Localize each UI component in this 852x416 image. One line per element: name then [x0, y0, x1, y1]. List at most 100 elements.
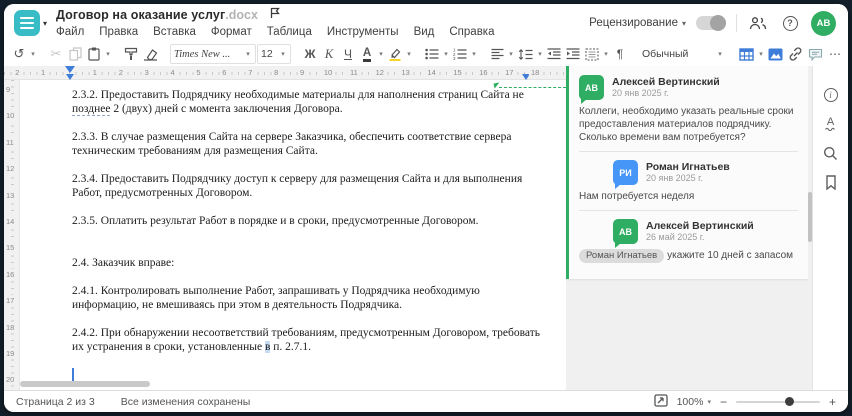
nonprinting-chars-button[interactable]: ¶ — [611, 44, 629, 64]
bold-button[interactable]: Ж — [301, 44, 319, 64]
bullet-list-button[interactable] — [423, 44, 441, 64]
vertical-ruler[interactable]: 9 10 11 12 13 14 15 16 17 18 19 20 — [4, 80, 20, 390]
text-run: 2.3.3. В случае размещения Сайта на серв… — [72, 131, 512, 143]
document-paragraph[interactable]: 2.4.2. При обнаружении несоответствий тр… — [72, 326, 540, 354]
spellcheck-button[interactable]: А — [821, 115, 841, 133]
highlight-color-caret[interactable]: ▾ — [405, 50, 413, 58]
insert-comment-button[interactable] — [806, 44, 825, 64]
favorite-flag-icon[interactable] — [270, 6, 280, 24]
menu-item[interactable]: Инструменты — [327, 26, 399, 38]
marked-text: позднее — [72, 103, 111, 116]
editor-area: 2 1 1 2 3 4 5 6 7 8 9 10 11 12 13 14 15 16 17 18 9 10 11 12 13 1… — [4, 66, 566, 390]
comments-scrollbar[interactable] — [808, 66, 812, 390]
bullet-list-caret[interactable]: ▾ — [442, 50, 450, 58]
ruler-number: 2 — [116, 68, 125, 77]
font-color-button[interactable]: А — [362, 47, 372, 62]
paste-caret[interactable]: ▾ — [104, 50, 112, 58]
underline-button[interactable]: Ч — [339, 44, 357, 64]
align-left-icon — [491, 48, 503, 60]
document-paragraph[interactable]: 2.3.3. В случае размещения Сайта на серв… — [72, 130, 540, 158]
insert-table-button[interactable] — [737, 44, 756, 64]
document-paragraph[interactable]: 2.3.5. Оплатить результат Работ в порядк… — [72, 214, 540, 228]
menu-item[interactable]: Таблица — [267, 26, 312, 38]
undo-caret[interactable]: ▾ — [29, 50, 37, 58]
decrease-indent-button[interactable] — [545, 44, 563, 64]
ruler-number: 15 — [451, 68, 464, 77]
comment-avatar: РИ — [613, 160, 638, 189]
zoom-slider-knob[interactable] — [784, 397, 794, 406]
bookmarks-button[interactable] — [821, 173, 841, 191]
collaboration-users-button[interactable] — [747, 12, 769, 34]
numbered-list-caret[interactable]: ▾ — [470, 50, 478, 58]
search-button[interactable] — [821, 144, 841, 162]
ruler-number: 4 — [168, 68, 177, 77]
font-color-caret[interactable]: ▾ — [377, 50, 385, 58]
numbered-list-button[interactable]: 123 — [451, 44, 469, 64]
mention-chip[interactable]: Роман Игнатьев — [579, 249, 665, 263]
insert-image-button[interactable] — [766, 44, 785, 64]
paragraph-borders-button[interactable] — [583, 44, 601, 64]
align-button[interactable] — [488, 44, 506, 64]
text-run: 2.4.2. При обнаружении несоответствий тр… — [72, 327, 540, 339]
paragraph-style-select[interactable]: Обычный ▾ — [639, 44, 727, 64]
menu-item[interactable]: Правка — [99, 26, 138, 38]
font-size-value: 12 — [261, 48, 273, 60]
comments-scrollbar-thumb[interactable] — [808, 192, 812, 242]
help-button[interactable]: ? — [779, 12, 801, 34]
page-indicator[interactable]: Страница 2 из 3 — [16, 396, 95, 408]
logo-caret-icon[interactable]: ▾ — [43, 19, 47, 28]
undo-button[interactable]: ↺ — [10, 44, 28, 64]
comment-thread-card[interactable]: АВ Алексей Вертинский 20 янв 2025 г. Коллег… — [566, 66, 808, 279]
zoom-in-button[interactable]: + — [829, 396, 836, 408]
ruler-number: 10 — [321, 68, 335, 77]
zoom-slider[interactable] — [735, 397, 820, 406]
line-spacing-button[interactable] — [516, 44, 535, 64]
comment-author: Алексей Вертинский — [612, 76, 720, 88]
increase-indent-button[interactable] — [564, 44, 582, 64]
paragraph-borders-caret[interactable]: ▾ — [602, 50, 610, 58]
document-paragraph[interactable]: 2.4.1. Контролировать выполнение Работ, … — [72, 284, 540, 312]
copy-button[interactable] — [66, 44, 84, 64]
fit-width-button[interactable] — [653, 393, 668, 410]
insert-table-caret[interactable]: ▾ — [757, 50, 765, 58]
copy-icon — [68, 47, 82, 61]
clear-formatting-button[interactable] — [141, 44, 160, 64]
header-divider — [736, 14, 737, 32]
first-line-indent-marker[interactable] — [65, 66, 75, 73]
track-changes-toggle[interactable] — [696, 15, 726, 31]
horizontal-ruler[interactable]: 2 1 1 2 3 4 5 6 7 8 9 10 11 12 13 14 15 16 17 18 — [4, 66, 566, 80]
user-avatar[interactable]: АВ — [811, 10, 836, 36]
menu-item[interactable]: Вид — [414, 26, 435, 38]
highlight-color-button[interactable] — [386, 44, 404, 64]
text-run: техническим требованиям для размещения С… — [72, 145, 318, 157]
italic-button[interactable]: К — [320, 44, 338, 64]
comment-divider — [579, 210, 798, 211]
about-button[interactable]: i — [821, 86, 841, 104]
document-paragraph[interactable]: 2.3.2. Предоставить Подрядчику необходим… — [72, 88, 540, 116]
zoom-out-button[interactable]: − — [720, 396, 727, 408]
review-mode-button[interactable]: Рецензирование ▾ — [589, 17, 686, 29]
font-size-select[interactable]: 12 ▾ — [257, 44, 291, 64]
ruler-number: 8 — [272, 68, 281, 77]
document-page[interactable]: 2.3.2. Предоставить Подрядчику необходим… — [20, 80, 566, 390]
header-right: Рецензирование ▾ ? АВ — [589, 4, 836, 42]
horizontal-scrollbar[interactable] — [20, 381, 150, 387]
document-paragraph[interactable]: 2.3.4. Предоставить Подрядчику доступ к … — [72, 172, 540, 200]
paste-button[interactable] — [85, 44, 103, 64]
more-tools-button[interactable]: ⋯ — [826, 44, 844, 64]
text-run: 2.4.1. Контролировать выполнение Работ, … — [72, 285, 480, 297]
align-caret[interactable]: ▾ — [507, 50, 515, 58]
app-logo-button[interactable]: ▾ — [4, 4, 50, 42]
menu-item[interactable]: Вставка — [153, 26, 196, 38]
cut-button[interactable]: ✂ — [47, 44, 65, 64]
document-paragraph[interactable]: 2.4. Заказчик вправе: — [72, 256, 540, 270]
zoom-select[interactable]: 100% ▾ — [677, 396, 711, 408]
insert-link-button[interactable] — [786, 44, 805, 64]
menu-item[interactable]: Файл — [56, 26, 84, 38]
bullet-list-icon — [425, 48, 439, 60]
font-family-select[interactable]: Times New ... ▾ — [170, 44, 256, 64]
format-painter-button[interactable] — [122, 44, 140, 64]
menu-item[interactable]: Справка — [449, 26, 494, 38]
line-spacing-caret[interactable]: ▾ — [536, 50, 544, 58]
menu-item[interactable]: Формат — [211, 26, 252, 38]
